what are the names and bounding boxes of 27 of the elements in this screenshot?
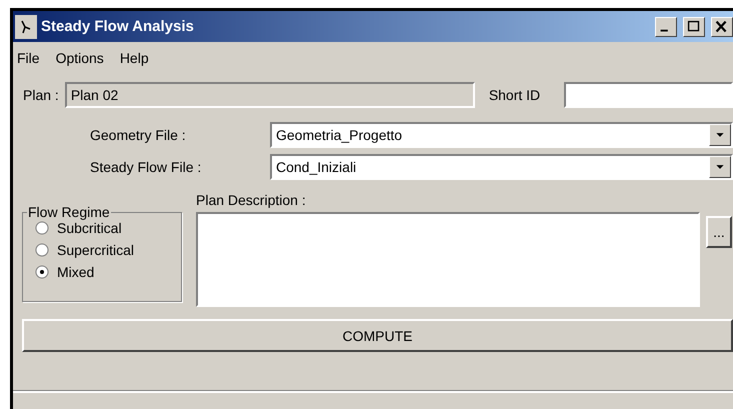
file-label: Geometry File : [90,127,187,143]
compute-button[interactable]: COMPUTE [22,319,733,352]
app-icon [15,14,37,38]
plan-field[interactable]: Plan 02 [64,82,475,108]
radio-option[interactable]: Mixed [35,264,181,280]
radio-option[interactable]: Subcritical [35,220,181,236]
window-title: Steady Flow Analysis [41,18,195,35]
radio-button[interactable] [35,265,49,279]
menu-item[interactable]: Options [56,50,104,70]
short-id-label: Short ID [488,87,540,103]
file-dropdown[interactable]: Cond_Iniziali [270,154,733,180]
description-field[interactable] [196,212,700,307]
description-label: Plan Description : [196,192,307,208]
close-icon[interactable] [711,16,733,36]
file-label: Steady Flow File : [90,159,202,175]
radio-button[interactable] [35,221,49,235]
browse-button[interactable]: ... [706,216,732,248]
short-id-field[interactable] [564,82,733,108]
menu-item[interactable]: Help [120,50,149,70]
plan-label: Plan : [23,87,59,103]
maximize-icon[interactable] [683,16,705,36]
menu-item[interactable]: File [17,50,40,70]
radio-option[interactable]: Supercritical [35,242,181,258]
file-dropdown[interactable]: Geometria_Progetto [270,122,733,148]
radio-button[interactable] [35,243,49,257]
group-title: Flow Regime [27,204,111,220]
minimize-icon[interactable] [655,16,677,36]
